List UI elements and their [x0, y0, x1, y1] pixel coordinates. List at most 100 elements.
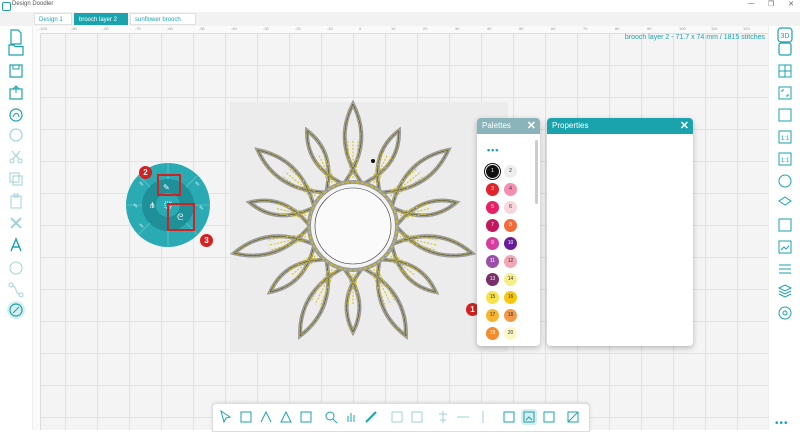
petal-outline	[305, 126, 343, 191]
palette-swatch-13[interactable]: 13	[486, 273, 499, 286]
ungroup-icon[interactable]	[409, 409, 425, 425]
autodigitize-icon[interactable]	[7, 106, 25, 124]
petal-stitch	[382, 247, 437, 293]
view-design-icon[interactable]	[501, 409, 517, 425]
petal-stitch	[299, 262, 342, 338]
layers-add-icon[interactable]	[776, 194, 794, 212]
palette-swatch-1[interactable]: 1	[486, 165, 499, 178]
palette-swatch-12[interactable]: 12	[504, 255, 517, 268]
properties-close-button[interactable]: ✕	[680, 118, 689, 134]
import-icon[interactable]	[776, 216, 794, 234]
palette-options-icon[interactable]: •••	[487, 145, 499, 155]
hoop-view-icon[interactable]	[776, 40, 794, 58]
maximize-button[interactable]: ❐	[764, 0, 778, 8]
save-icon[interactable]	[7, 62, 25, 80]
palette-swatch-11[interactable]: 11	[486, 255, 499, 268]
ruler-tick: 10	[391, 26, 396, 31]
palette-swatch-20[interactable]: 20	[504, 327, 517, 340]
delete-icon[interactable]	[7, 214, 25, 232]
palette-swatch-15[interactable]: 15	[486, 291, 499, 304]
image-edit-icon[interactable]	[776, 238, 794, 256]
properties-panel: Properties ✕	[547, 118, 693, 346]
export-icon[interactable]	[7, 84, 25, 102]
palette-swatch-18[interactable]: 18	[504, 309, 517, 322]
more-menu-icon[interactable]: •••	[775, 418, 789, 429]
stitch-tool-icon[interactable]	[7, 301, 25, 319]
palette-swatch-6[interactable]: 6	[504, 201, 517, 214]
right-toolbar: 3D 1:1 1:1	[768, 26, 800, 430]
vertical-ruler	[33, 33, 41, 430]
palette-swatch-7[interactable]: 7	[486, 219, 499, 232]
text-tool-icon[interactable]	[7, 236, 25, 254]
svg-text:✎: ✎	[133, 203, 138, 210]
close-window-button[interactable]: ✕	[784, 0, 798, 8]
actual-size-icon[interactable]: 1:1	[776, 128, 794, 146]
zoom-icon[interactable]	[323, 409, 339, 425]
paste-icon[interactable]	[7, 192, 25, 210]
tab-label: Design 1	[39, 17, 63, 23]
path-tool-icon[interactable]	[7, 281, 25, 299]
align-center-icon[interactable]	[435, 409, 451, 425]
properties-header: Properties ✕	[547, 118, 693, 134]
minimize-button[interactable]: —	[744, 0, 758, 7]
cut-icon[interactable]	[7, 148, 25, 166]
ruler-tick: 90	[647, 26, 652, 31]
tab-sunflower-brooch[interactable]: sunflower brooch (1)×	[130, 13, 196, 35]
grid-toggle-icon[interactable]	[776, 62, 794, 80]
flip-vertical-icon[interactable]	[455, 409, 471, 425]
palette-swatch-9[interactable]: 9	[486, 237, 499, 250]
palettes-panel: Palettes ✕ ••• 1 2 3 4 5 6 7 8 9 10 11 12 13 14 15 16 17…	[477, 118, 540, 346]
ruler-tick: 60	[551, 26, 556, 31]
select-pointer-icon[interactable]	[218, 409, 234, 425]
settings-wheel-icon[interactable]	[776, 304, 794, 322]
ruler-tick: 100	[679, 26, 686, 31]
view-stitches-icon[interactable]	[521, 409, 537, 425]
monogram-icon[interactable]	[7, 259, 25, 277]
palette-swatch-8[interactable]: 8	[504, 219, 517, 232]
view-realistic-icon[interactable]	[541, 409, 557, 425]
palette-swatch-19[interactable]: 19	[486, 327, 499, 340]
ruler-tick: -90	[71, 26, 77, 31]
help-icon[interactable]	[776, 172, 794, 190]
open-folder-icon[interactable]	[7, 40, 25, 58]
layers-icon[interactable]	[776, 282, 794, 300]
svg-text:✎: ✎	[139, 223, 144, 230]
copy-icon[interactable]	[7, 170, 25, 188]
align-icon[interactable]	[776, 260, 794, 278]
palettes-close-button[interactable]: ✕	[527, 118, 536, 134]
node-edit-icon[interactable]	[258, 409, 274, 425]
pan-hand-icon[interactable]	[343, 409, 359, 425]
crop-icon[interactable]	[298, 409, 314, 425]
palette-swatch-14[interactable]: 14	[504, 273, 517, 286]
palette-swatch-17[interactable]: 17	[486, 309, 499, 322]
ruler-tick: -60	[167, 26, 173, 31]
lasso-icon[interactable]	[278, 409, 294, 425]
ruler-tick: -20	[295, 26, 301, 31]
left-toolbar	[0, 26, 33, 430]
palette-swatch-3[interactable]: 3	[486, 183, 499, 196]
print-size-icon[interactable]: 1:1	[776, 150, 794, 168]
palettes-scrollbar[interactable]	[535, 140, 538, 204]
tab-design-1[interactable]: Design 1	[34, 13, 72, 25]
recolor-icon[interactable]	[7, 126, 25, 144]
palette-swatch-4[interactable]: 4	[504, 183, 517, 196]
petal-outline	[363, 261, 408, 340]
background-color-icon[interactable]	[565, 409, 581, 425]
transform-box-icon[interactable]	[238, 409, 254, 425]
flip-horizontal-icon[interactable]	[475, 409, 491, 425]
callout-fill-tool	[157, 174, 181, 196]
palette-swatch-2[interactable]: 2	[504, 165, 517, 178]
measure-icon[interactable]	[363, 409, 379, 425]
palette-swatch-16[interactable]: 16	[504, 291, 517, 304]
fit-to-screen-icon[interactable]	[776, 84, 794, 102]
tab-brooch-layer-2[interactable]: brooch layer 2	[74, 13, 128, 34]
svg-text:✎: ✎	[199, 205, 204, 212]
svg-text:✎: ✎	[195, 181, 200, 188]
group-icon[interactable]	[389, 409, 405, 425]
ruler-tick: -70	[135, 26, 141, 31]
palette-swatch-5[interactable]: 5	[486, 201, 499, 214]
palettes-header: Palettes ✕	[477, 118, 540, 134]
palette-swatch-10[interactable]: 10	[504, 237, 517, 250]
annotation-badge-3: 3	[200, 234, 213, 247]
zoom-fit-icon[interactable]	[776, 106, 794, 124]
